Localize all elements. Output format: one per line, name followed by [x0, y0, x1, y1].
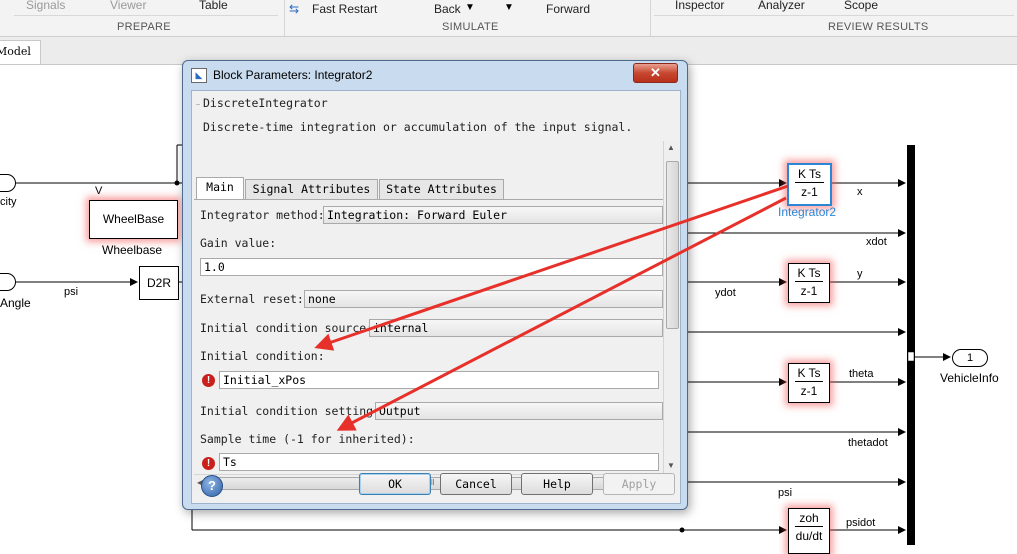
wheelbase-block[interactable]: WheelBase [89, 200, 178, 239]
integrator2-fraction-bar [795, 182, 824, 183]
close-button[interactable]: ✕ [633, 63, 678, 83]
external-reset-dropdown[interactable]: none [304, 290, 663, 308]
signal-psi-label: psi [778, 487, 793, 499]
signal-thetadot-label: thetadot [848, 437, 888, 449]
block-description: Discrete-time integration or accumulatio… [203, 120, 633, 134]
vertical-scroll-thumb[interactable] [666, 161, 679, 329]
signal-v-label: V [95, 185, 103, 197]
ic-source-dropdown[interactable]: internal [369, 319, 663, 337]
help-icon[interactable]: ? [201, 475, 223, 497]
signal-theta-label: theta [849, 368, 874, 380]
integrator-theta-numerator: K Ts [797, 366, 821, 380]
scroll-down-icon[interactable]: ▼ [667, 461, 675, 470]
sample-time-label: Sample time (-1 for inherited): [200, 432, 415, 446]
gain-value-label: Gain value: [200, 236, 277, 250]
signal-x-label: x [857, 186, 863, 198]
integrator-y-denominator: z-1 [800, 284, 818, 298]
derivative-denominator: du/dt [795, 529, 823, 543]
integrator2-numerator: K Ts [797, 167, 822, 181]
ic-setting-dropdown[interactable]: Output [375, 402, 663, 420]
scroll-up-icon[interactable]: ▲ [667, 143, 675, 152]
ic-source-label: Initial condition source: [200, 321, 374, 335]
signal-xdot-label: xdot [866, 236, 887, 248]
wheelbase-block-label: Wheelbase [102, 243, 163, 257]
help-button[interactable]: Help [521, 473, 593, 495]
integrator-method-label: Integrator method: [200, 208, 325, 222]
outport-vehicleinfo[interactable]: 1 [952, 349, 988, 367]
integrator-theta-block[interactable]: K Ts z-1 [788, 363, 830, 403]
integrator-y-fraction-bar [795, 281, 823, 282]
tab-state-attributes[interactable]: State Attributes [379, 179, 504, 199]
dialog-body: DiscreteIntegrator Discrete-time integra… [191, 90, 681, 504]
signal-psidot-label: psidot [846, 517, 876, 529]
derivative-numerator: zoh [799, 511, 819, 525]
apply-button[interactable]: Apply [603, 473, 675, 495]
integrator-theta-fraction-bar [795, 381, 823, 382]
block-parameters-dialog: ◣ Block Parameters: Integrator2 ✕ Discre… [182, 60, 688, 510]
integrator-y-numerator: K Ts [797, 266, 821, 280]
integrator-theta-denominator: z-1 [800, 384, 818, 398]
outport-vehicleinfo-label: VehicleInfo [940, 371, 999, 385]
ok-button[interactable]: OK [359, 473, 431, 495]
integrator-method-dropdown[interactable]: Integration: Forward Euler [323, 206, 663, 224]
block-type-heading: DiscreteIntegrator [203, 96, 328, 110]
d2r-block[interactable]: D2R [139, 266, 179, 300]
external-reset-label: External reset: [200, 292, 304, 306]
tab-signal-attributes[interactable]: Signal Attributes [245, 179, 378, 199]
group-border [196, 104, 200, 105]
cancel-button[interactable]: Cancel [440, 473, 512, 495]
integrator2-block-label: Integrator2 [778, 205, 837, 219]
initial-condition-error-icon: ! [202, 374, 215, 387]
bus-creator[interactable] [907, 145, 915, 545]
derivative-fraction-bar [795, 526, 823, 527]
signal-y-label: y [857, 268, 863, 280]
vertical-scrollbar[interactable]: ▲ ▼ [663, 141, 680, 474]
tab-divider [194, 199, 663, 200]
integrator2-denominator: z-1 [801, 185, 818, 199]
simulink-window-icon: ◣ [191, 68, 207, 83]
integrator-y-block[interactable]: K Ts z-1 [788, 263, 830, 303]
inport-angle-label: Angle [0, 296, 31, 310]
sample-time-input[interactable]: Ts [219, 453, 659, 471]
sample-time-error-icon: ! [202, 457, 215, 470]
initial-condition-input[interactable]: Initial_xPos [219, 371, 659, 389]
signal-psi-in-label: psi [64, 286, 79, 298]
dialog-title: Block Parameters: Integrator2 [213, 68, 373, 82]
signal-ydot-label: ydot [715, 287, 736, 299]
gain-value-input[interactable]: 1.0 [200, 258, 663, 276]
integrator2-block[interactable]: K Ts z-1 [787, 163, 832, 206]
ic-setting-label: Initial condition setting: [200, 404, 381, 418]
initial-condition-label: Initial condition: [200, 349, 325, 363]
derivative-block[interactable]: zoh du/dt [788, 508, 830, 554]
inport-velocity-label: city [0, 196, 17, 208]
tab-main[interactable]: Main [196, 177, 244, 199]
